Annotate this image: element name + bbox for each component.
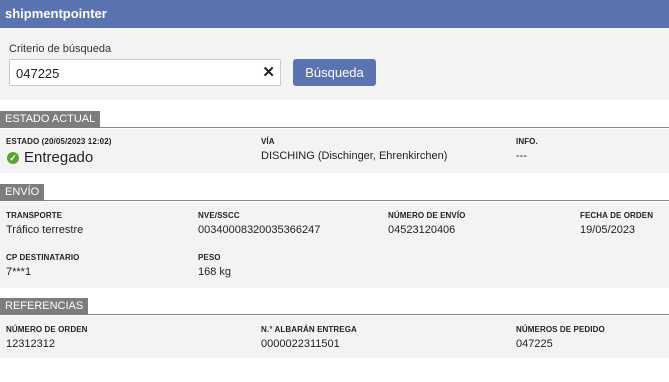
app-header: shipmentpointer [0, 0, 669, 28]
cp-value: 7***1 [6, 266, 32, 278]
pedido-label: NÚMEROS DE PEDIDO [516, 325, 605, 334]
section-title-envio: ENVÍO [0, 184, 45, 201]
section-header-referencias: REFERENCIAS [0, 298, 669, 315]
numero-orden-label: NÚMERO DE ORDEN [6, 325, 88, 334]
albaran-value: 0000022311501 [261, 338, 340, 350]
nve-value: 00340008320035366247 [198, 224, 321, 236]
section-body-estado: ESTADO (20/05/2023 12:02) ✓ Entregado VÍ… [0, 129, 669, 173]
pedido-value: 047225 [516, 338, 553, 350]
search-panel: Criterio de búsqueda 047225 ✕ Búsqueda [0, 28, 669, 100]
section-header-envio: ENVÍO [0, 184, 669, 201]
search-label: Criterio de búsqueda [9, 43, 112, 55]
close-icon[interactable]: ✕ [262, 64, 275, 81]
numero-orden-value: 12312312 [6, 338, 55, 350]
via-value: DISCHING (Dischinger, Ehrenkirchen) [261, 150, 448, 162]
section-header-estado: ESTADO ACTUAL [0, 111, 669, 128]
numero-envio-label: NÚMERO DE ENVÍO [388, 211, 466, 220]
search-input-value[interactable]: 047225 [16, 66, 59, 81]
section-title-referencias: REFERENCIAS [0, 298, 89, 315]
nve-label: NVE/SSCC [198, 211, 240, 220]
search-input[interactable]: 047225 ✕ [9, 59, 281, 86]
section-body-referencias: NÚMERO DE ORDEN 12312312 N.° ALBARÁN ENT… [0, 316, 669, 358]
albaran-label: N.° ALBARÁN ENTREGA [261, 325, 357, 334]
section-body-envio: TRANSPORTE Tráfico terrestre NVE/SSCC 00… [0, 202, 669, 288]
peso-value: 168 kg [198, 266, 232, 278]
transporte-label: TRANSPORTE [6, 211, 63, 220]
fecha-orden-value: 19/05/2023 [580, 224, 636, 236]
status-label: ESTADO (20/05/2023 12:02) [6, 137, 112, 146]
info-value: --- [516, 150, 527, 162]
fecha-orden-label: FECHA DE ORDEN [580, 211, 654, 220]
status-value: Entregado [24, 149, 94, 166]
section-title-estado: ESTADO ACTUAL [0, 111, 101, 128]
numero-envio-value: 04523120406 [388, 224, 456, 236]
transporte-value: Tráfico terrestre [6, 224, 84, 236]
info-label: INFO. [516, 137, 538, 146]
cp-label: CP DESTINATARIO [6, 253, 80, 262]
check-circle-icon: ✓ [7, 152, 19, 164]
via-label: VÍA [261, 137, 275, 146]
peso-label: PESO [198, 253, 221, 262]
app-title: shipmentpointer [5, 6, 107, 21]
search-button[interactable]: Búsqueda [293, 59, 376, 86]
